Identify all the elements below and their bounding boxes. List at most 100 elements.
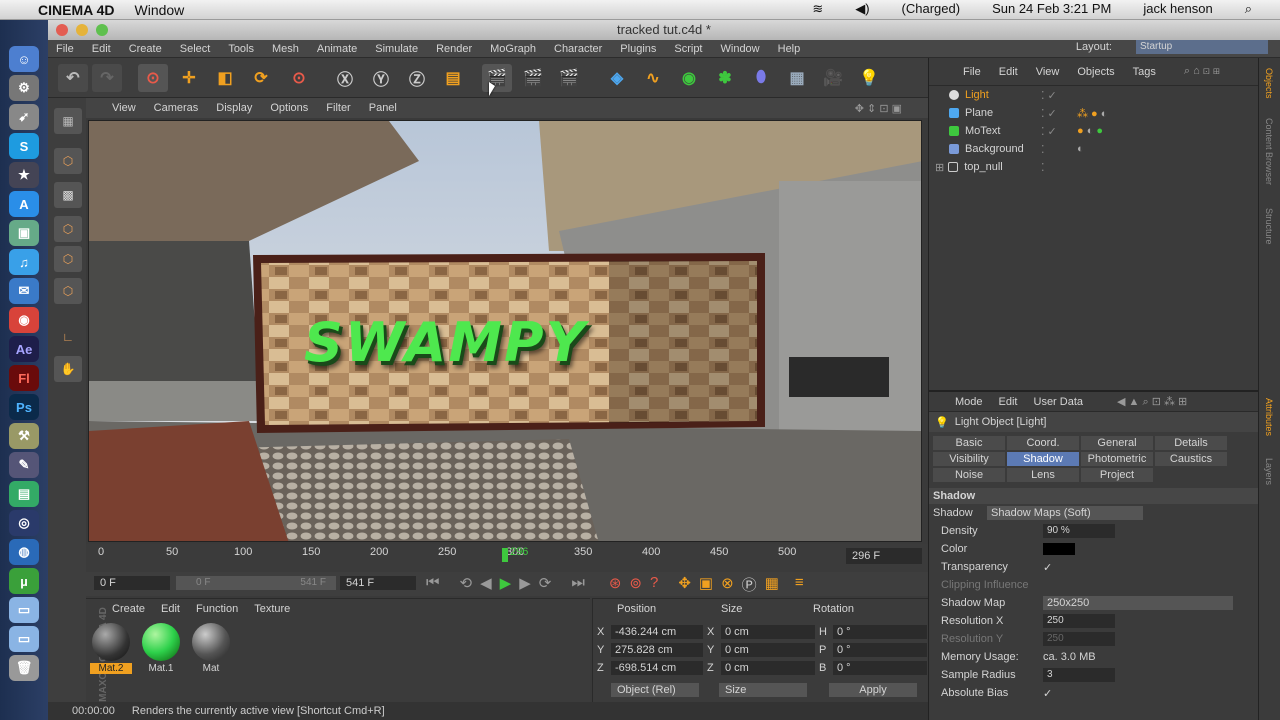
tab-noise[interactable]: Noise xyxy=(933,468,1005,482)
object-menu-file[interactable]: File xyxy=(963,66,981,78)
autokey-icon[interactable]: ⊚ xyxy=(629,574,642,595)
attr-shadow-dropdown[interactable]: Shadow Maps (Soft) xyxy=(987,506,1143,520)
cinema4d-icon[interactable]: ◎ xyxy=(9,510,39,536)
attr-menu-mode[interactable]: Mode xyxy=(955,396,983,408)
cube-icon[interactable]: ◈ xyxy=(602,64,632,92)
mac-window-menu[interactable]: Window xyxy=(135,2,185,18)
clock[interactable]: Sun 24 Feb 3:21 PM xyxy=(992,1,1111,17)
menu-animate[interactable]: Animate xyxy=(317,43,357,55)
chart-app-icon[interactable]: ▤ xyxy=(9,481,39,507)
object-menu-view[interactable]: View xyxy=(1036,66,1060,78)
viewport-menu-options[interactable]: Options xyxy=(270,102,308,114)
coords-position-field[interactable]: -698.514 cm xyxy=(611,661,703,675)
next-key-icon[interactable]: ⟳ xyxy=(539,574,552,595)
viewport-menu-view[interactable]: View xyxy=(112,102,136,114)
coords-rotation-field[interactable]: 0 ° xyxy=(833,625,927,639)
tab-coord[interactable]: Coord. xyxy=(1007,436,1079,450)
attr-resx-field[interactable]: 250 xyxy=(1043,614,1115,628)
spotlight-icon[interactable]: ⌕ xyxy=(1245,1,1252,17)
go-start-icon[interactable]: ⏮ xyxy=(426,574,440,595)
attr-density-field[interactable]: 90 % xyxy=(1043,524,1115,538)
timeline[interactable]: 0 50 100 150 200 250 300 350 400 450 500 296 296 F xyxy=(86,544,928,572)
zoom-window-icon[interactable] xyxy=(96,24,108,36)
menu-window[interactable]: Window xyxy=(721,43,760,55)
menu-mograph[interactable]: MoGraph xyxy=(490,43,536,55)
coords-mode-dropdown[interactable]: Object (Rel) xyxy=(611,683,699,697)
viewport-menu-panel[interactable]: Panel xyxy=(369,102,397,114)
3d-viewport[interactable]: SWAMPY xyxy=(88,120,922,542)
material-swatch-mat[interactable]: Mat xyxy=(190,623,232,674)
photoshop-icon[interactable]: Ps xyxy=(9,394,39,420)
attr-radius-field[interactable]: 3 xyxy=(1043,668,1115,682)
menu-plugins[interactable]: Plugins xyxy=(620,43,656,55)
material-menu-texture[interactable]: Texture xyxy=(254,603,290,615)
object-row-top-null[interactable]: ⊞ top_null ⁚ xyxy=(929,158,1258,176)
go-end-icon[interactable]: ⏭ xyxy=(571,574,585,595)
object-row-light[interactable]: Light ⁚ ✓ xyxy=(929,86,1258,104)
material-menu-function[interactable]: Function xyxy=(196,603,238,615)
chrome-icon[interactable]: ◉ xyxy=(9,307,39,333)
prev-key-icon[interactable]: ⟲ xyxy=(460,574,473,595)
next-frame-icon[interactable]: ▶ xyxy=(519,574,531,595)
utorrent-icon[interactable]: µ xyxy=(9,568,39,594)
transparency-checkbox[interactable]: ✓ xyxy=(1043,561,1052,574)
range-slider[interactable]: 0 F 541 F xyxy=(176,576,336,590)
points-mode-icon[interactable]: ⬡ xyxy=(54,216,82,242)
visibility-dots[interactable]: ⁚ ✓ xyxy=(1041,107,1057,120)
visibility-dots[interactable]: ⁚ xyxy=(1041,143,1045,156)
tool-icon[interactable]: ⚒ xyxy=(9,423,39,449)
tab-project[interactable]: Project xyxy=(1081,468,1153,482)
attr-menu-edit[interactable]: Edit xyxy=(999,396,1018,408)
side-tab-attributes[interactable]: Attributes xyxy=(1264,398,1274,436)
material-swatch-mat2[interactable]: Mat.2 xyxy=(90,623,132,674)
coords-rotation-field[interactable]: 0 ° xyxy=(833,643,927,657)
wifi-icon[interactable]: ≋ xyxy=(812,1,823,17)
timeline-menu-icon[interactable]: ≡ xyxy=(795,574,804,595)
mac-app-name[interactable]: CINEMA 4D xyxy=(38,2,115,18)
visibility-dots[interactable]: ⁚ xyxy=(1041,161,1045,174)
tab-basic[interactable]: Basic xyxy=(933,436,1005,450)
coords-rotation-field[interactable]: 0 ° xyxy=(833,661,927,675)
key-move-icon[interactable]: ✥ xyxy=(678,574,691,595)
y-axis-icon[interactable]: Ⓨ xyxy=(366,64,396,92)
object-menu-edit[interactable]: Edit xyxy=(999,66,1018,78)
timeline-playhead[interactable] xyxy=(502,548,508,562)
layout-dropdown[interactable]: Startup xyxy=(1136,40,1268,54)
pen-icon[interactable]: ✎ xyxy=(9,452,39,478)
aftereffects-icon[interactable]: Ae xyxy=(9,336,39,362)
edges-mode-icon[interactable]: ⬡ xyxy=(54,246,82,272)
rotate-tool-icon[interactable]: ⟳ xyxy=(246,64,276,92)
move-tool-icon[interactable]: ✛ xyxy=(174,64,204,92)
redo-icon[interactable]: ↷ xyxy=(92,64,122,92)
z-axis-icon[interactable]: Ⓩ xyxy=(402,64,432,92)
tab-caustics[interactable]: Caustics xyxy=(1155,452,1227,466)
attr-color-swatch[interactable] xyxy=(1043,543,1075,555)
menu-script[interactable]: Script xyxy=(674,43,702,55)
object-row-plane[interactable]: Plane ⁚ ✓ ⁂ ● ◐ xyxy=(929,104,1258,122)
deformer-icon[interactable]: ⬮ xyxy=(746,64,776,92)
mail-icon[interactable]: ✉ xyxy=(9,278,39,304)
timeline-end-field[interactable]: 296 F xyxy=(846,548,922,564)
photos-icon[interactable]: ▣ xyxy=(9,220,39,246)
menu-character[interactable]: Character xyxy=(554,43,602,55)
key-param-icon[interactable]: Ⓟ xyxy=(742,574,757,595)
camera-icon[interactable]: 🎥 xyxy=(818,64,848,92)
tab-lens[interactable]: Lens xyxy=(1007,468,1079,482)
key-scale-icon[interactable]: ▣ xyxy=(699,574,713,595)
key-pla-icon[interactable]: ▦ xyxy=(765,574,779,595)
start-frame-field[interactable]: 0 F xyxy=(94,576,170,590)
user-name[interactable]: jack henson xyxy=(1143,1,1212,17)
tweak-mode-icon[interactable]: ✋ xyxy=(54,356,82,382)
viewport-menu-filter[interactable]: Filter xyxy=(326,102,350,114)
polygons-mode-icon[interactable]: ⬡ xyxy=(54,278,82,304)
axis-mode-icon[interactable]: ∟ xyxy=(54,324,82,350)
side-tab-structure[interactable]: Structure xyxy=(1264,208,1274,245)
side-tab-layers[interactable]: Layers xyxy=(1264,458,1274,485)
object-row-background[interactable]: Background ⁚ ◐ xyxy=(929,140,1258,158)
tab-visibility[interactable]: Visibility xyxy=(933,452,1005,466)
end-frame-field[interactable]: 541 F xyxy=(340,576,416,590)
trash-icon[interactable]: 🗑 xyxy=(9,655,39,681)
array-icon[interactable]: ✽ xyxy=(710,64,740,92)
live-selection-icon[interactable]: ⊙ xyxy=(138,64,168,92)
object-row-motext[interactable]: MoText ⁚ ✓ ● ◐ ● xyxy=(929,122,1258,140)
